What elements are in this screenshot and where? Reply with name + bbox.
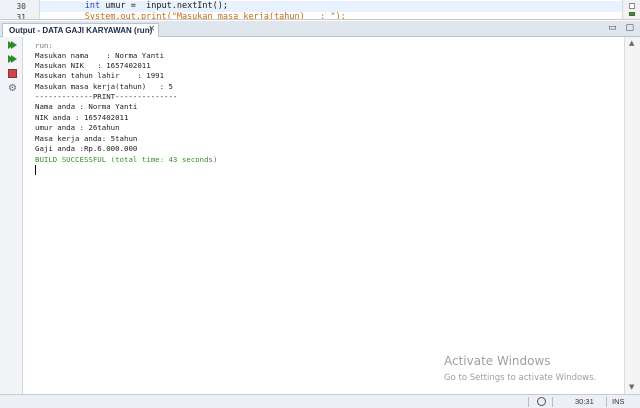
- notifications-icon[interactable]: [537, 397, 546, 406]
- output-console[interactable]: run: Masukan nama : Norma Yanti Masukan …: [24, 37, 624, 394]
- code-text: umur = input.nextInt();: [100, 1, 229, 11]
- code-text: System.out.print("Masukan masa kerja(tah…: [84, 12, 346, 20]
- editor-error-stripe[interactable]: [622, 0, 640, 19]
- line-number-gutter: 30 31: [0, 0, 40, 20]
- console-line: Masukan tahun lahir : 1991: [35, 71, 165, 80]
- tab-output-run[interactable]: Output - DATA GAJI KARYAWAN (run): [2, 23, 160, 37]
- stop-icon[interactable]: [8, 69, 17, 78]
- rerun-with-options-icon-second: [11, 55, 17, 63]
- scroll-up-icon[interactable]: ▲: [629, 39, 634, 47]
- status-bar: 30:31 INS: [0, 394, 640, 408]
- activation-watermark-title: Activate Windows: [444, 354, 551, 368]
- console-line: Masukan nama : Norma Yanti: [35, 51, 165, 60]
- console-line: Masukan NIK : 1657402011: [35, 61, 151, 70]
- console-line: Nama anda : Norma Yanti: [35, 102, 138, 111]
- tab-close-icon[interactable]: ×: [148, 23, 156, 35]
- tab-label: Output - DATA GAJI KARYAWAN (run): [9, 26, 153, 35]
- build-status-line: BUILD SUCCESSFUL (total time: 43 seconds…: [35, 155, 218, 164]
- output-tab-bar: Output - DATA GAJI KARYAWAN (run) × ▭ ▢: [0, 21, 640, 37]
- settings-icon[interactable]: ⚙: [7, 83, 18, 94]
- caret-position: 30:31: [575, 397, 594, 406]
- stripe-indicator-icon: [629, 3, 635, 9]
- console-line: NIK anda : 1657402011: [35, 113, 129, 122]
- console-line: run:: [35, 41, 53, 50]
- code-line-31[interactable]: System.out.print("Masukan masa kerja(tah…: [54, 12, 346, 20]
- text-caret: [35, 165, 36, 175]
- status-divider: [606, 397, 607, 407]
- rerun-with-options-button[interactable]: [7, 54, 18, 65]
- console-line: umur anda : 26tahun: [35, 123, 120, 132]
- code-editor[interactable]: 30 31 int umur = input.nextInt(); System…: [0, 0, 640, 20]
- output-scrollbar[interactable]: ▲ ▼: [624, 37, 640, 394]
- console-line: Masukan masa kerja(tahun) : 5: [35, 82, 173, 91]
- output-toolbar: ⚙: [0, 37, 23, 394]
- window-controls-icon[interactable]: ▭ ▢: [608, 22, 637, 35]
- rerun-icon-second: [11, 41, 17, 49]
- rerun-button[interactable]: [7, 40, 18, 51]
- stripe-marker-icon: [629, 12, 635, 16]
- console-line: -------------PRINT--------------: [35, 92, 178, 101]
- code-line-30[interactable]: int umur = input.nextInt();: [54, 1, 228, 11]
- line-number: 31: [16, 13, 26, 20]
- insert-mode-indicator[interactable]: INS: [612, 397, 625, 406]
- code-keyword: int: [84, 1, 101, 11]
- status-divider: [552, 397, 553, 407]
- scroll-down-icon[interactable]: ▼: [629, 383, 634, 391]
- console-line: Masa kerja anda: 5tahun: [35, 134, 138, 143]
- status-divider: [528, 397, 529, 407]
- line-number: 30: [16, 2, 26, 11]
- console-line: Gaji anda :Rp.6.000.000: [35, 144, 138, 153]
- activation-watermark-subtitle: Go to Settings to activate Windows.: [444, 373, 597, 383]
